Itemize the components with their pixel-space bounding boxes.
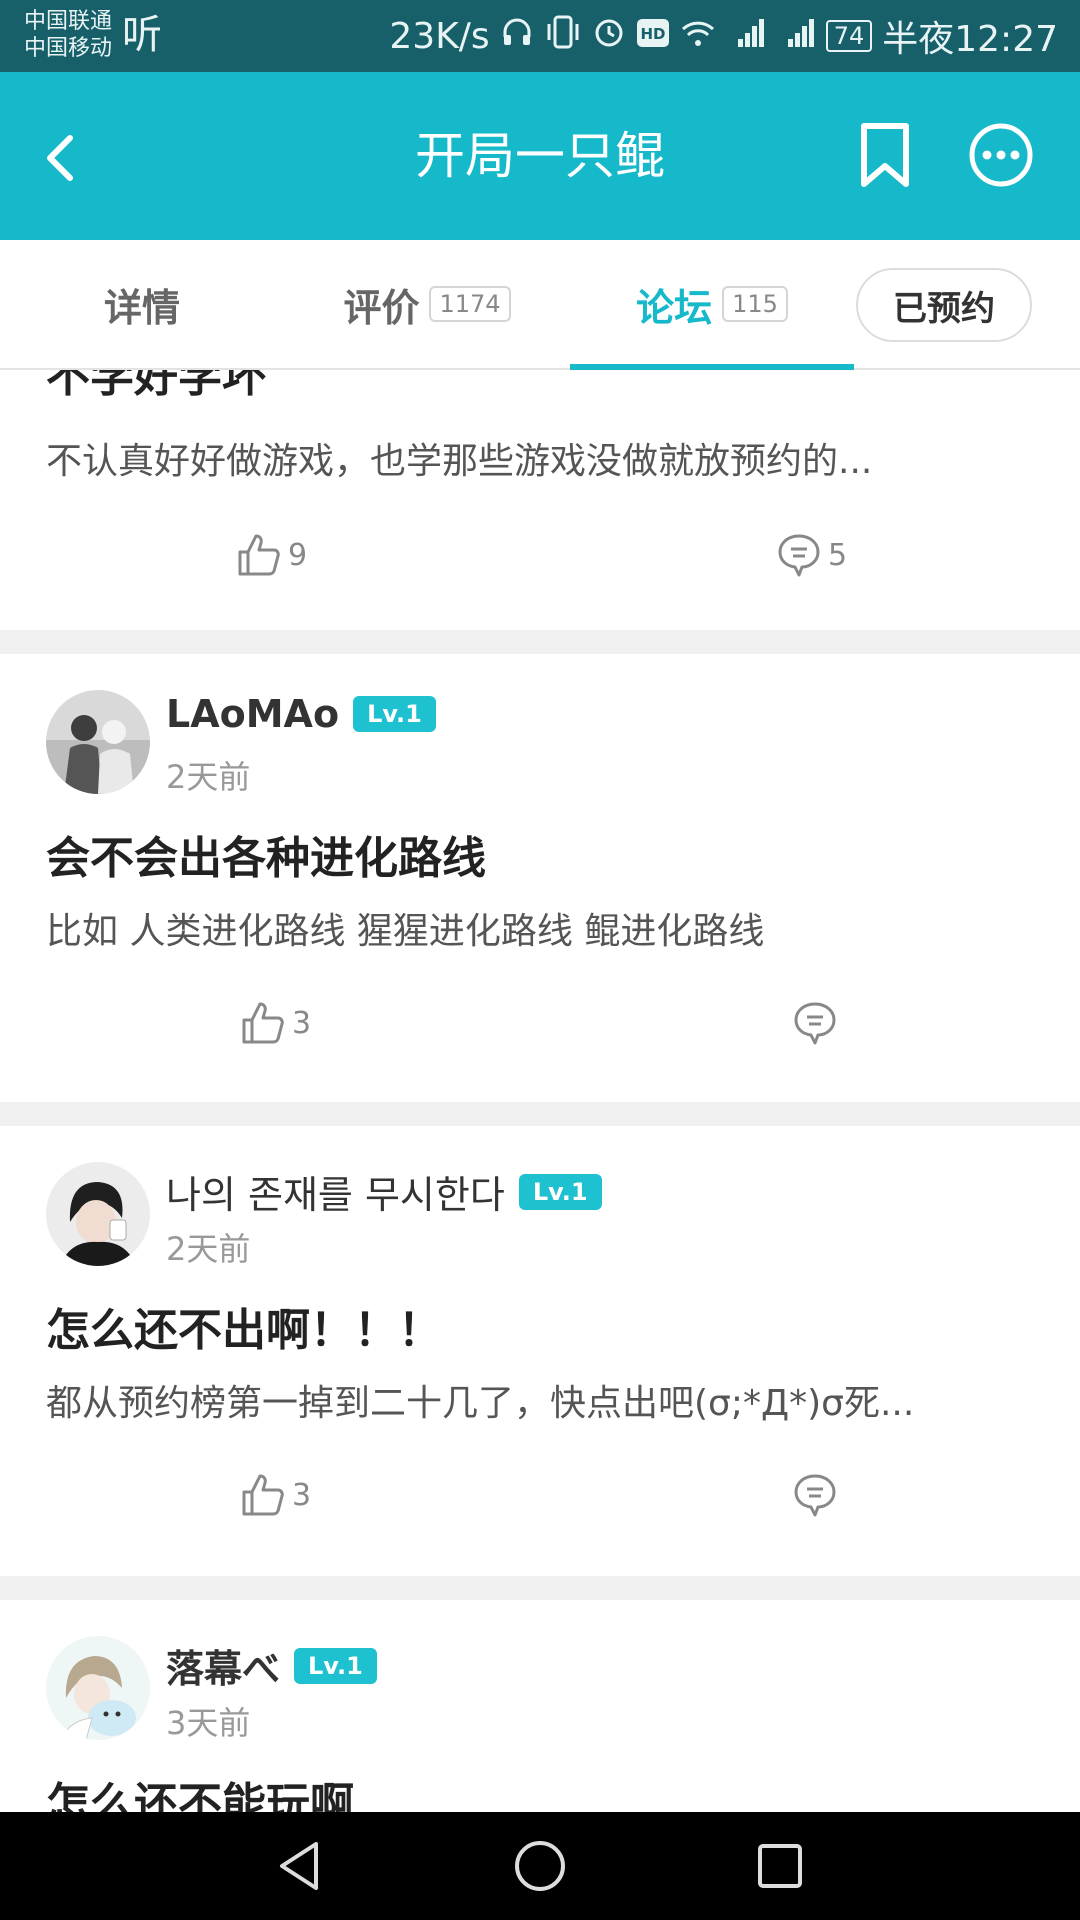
like-button[interactable]: 3 <box>240 1472 311 1518</box>
comment-icon <box>778 534 820 577</box>
like-count: 3 <box>292 1477 312 1513</box>
comment-icon <box>794 1002 836 1045</box>
comment-icon <box>794 1474 836 1517</box>
comment-button[interactable] <box>792 1000 844 1046</box>
nav-recents-button[interactable] <box>750 1836 810 1896</box>
tab-details[interactable]: 详情 <box>0 240 284 368</box>
username-text: 나의 존재를 무시한다 <box>166 1173 505 1217</box>
tab-reviews-label: 评价 <box>343 285 420 330</box>
post-card[interactable]: 不学好学坏 不认真好好做游戏，也学那些游戏没做就放预约的... 9 5 <box>0 370 1080 630</box>
hd-icon: HD <box>636 16 670 57</box>
username-text: 落幕べ <box>166 1647 281 1691</box>
post-card[interactable]: LAoMAo Lv.1 2天前 会不会出各种进化路线 比如 人类进化路线 猩猩进… <box>0 654 1080 1102</box>
carrier-1: 中国联通 <box>24 9 113 34</box>
reserved-button[interactable]: 已预约 <box>856 268 1032 342</box>
back-button[interactable] <box>30 116 100 196</box>
post-card[interactable]: 나의 존재를 무시한다 Lv.1 2天前 怎么还不出啊！！！ 都从预约榜第一掉到… <box>0 1126 1080 1576</box>
listen-indicator: 听 <box>122 12 162 58</box>
like-count: 9 <box>288 537 308 573</box>
network-speed: 23K/s <box>389 15 490 57</box>
headphones-icon <box>500 15 534 58</box>
username[interactable]: 나의 존재를 무시한다 Lv.1 <box>166 1164 602 1219</box>
status-icons: 23K/s HD 74 半夜12:27 <box>389 12 1058 60</box>
thumbs-up-icon <box>242 1474 284 1516</box>
post-card[interactable]: 落幕べ Lv.1 3天前 怎么还不能玩啊 <box>0 1600 1080 1812</box>
post-title: 怎么还不出啊！！！ <box>46 1305 442 1356</box>
forum-feed: 不学好学坏 不认真好好做游戏，也学那些游戏没做就放预约的... 9 5 LAoM… <box>0 370 1080 1812</box>
level-badge: Lv.1 <box>518 1173 602 1210</box>
post-time: 3天前 <box>166 1704 251 1742</box>
status-bar: 中国联通 中国移动 听 23K/s HD 74 半夜12:27 <box>0 0 1080 72</box>
comment-button[interactable] <box>792 1472 844 1518</box>
bookmark-button[interactable] <box>850 120 920 190</box>
like-button[interactable]: 9 <box>236 532 307 578</box>
comment-button[interactable]: 5 <box>776 532 847 578</box>
post-title: 不学好学坏 <box>46 370 266 402</box>
username-text: LAoMAo <box>166 692 340 736</box>
svg-text:HD: HD <box>640 25 665 43</box>
signal-4g-icon <box>776 15 816 58</box>
post-body: 比如 人类进化路线 猩猩进化路线 鲲进化路线 <box>46 911 765 952</box>
signal-3g-icon <box>726 15 766 58</box>
avatar[interactable] <box>46 690 150 794</box>
avatar[interactable] <box>46 1636 150 1740</box>
tab-forum[interactable]: 论坛 115 <box>570 240 854 368</box>
avatar[interactable] <box>46 1162 150 1266</box>
tab-details-label: 详情 <box>103 285 180 330</box>
level-badge: Lv.1 <box>353 696 436 732</box>
alarm-icon <box>592 15 626 58</box>
carrier-2: 中国移动 <box>24 36 113 61</box>
post-title: 怎么还不能玩啊 <box>46 1779 354 1812</box>
post-title: 会不会出各种进化路线 <box>46 833 486 884</box>
tab-reviews[interactable]: 评价 1174 <box>284 240 570 368</box>
like-count: 3 <box>292 1005 312 1041</box>
clock: 半夜12:27 <box>882 19 1058 60</box>
app-header: 开局一只鲲 <box>0 72 1080 240</box>
username[interactable]: 落幕べ Lv.1 <box>166 1638 377 1693</box>
more-button[interactable] <box>966 120 1036 190</box>
post-body: 不认真好好做游戏，也学那些游戏没做就放预约的... <box>46 441 873 482</box>
nav-home-button[interactable] <box>510 1836 570 1896</box>
system-nav-bar <box>0 1812 1080 1920</box>
like-button[interactable]: 3 <box>240 1000 311 1046</box>
nav-back-button[interactable] <box>270 1836 330 1896</box>
tab-bar: 详情 评价 1174 论坛 115 已预约 <box>0 240 1080 370</box>
tab-forum-label: 论坛 <box>636 285 713 330</box>
tab-reviews-count: 1174 <box>429 286 511 322</box>
carrier-info: 中国联通 中国移动 <box>24 8 112 62</box>
comment-count: 5 <box>828 537 848 573</box>
thumbs-up-icon <box>242 1002 284 1044</box>
vibrate-icon <box>544 14 582 59</box>
wifi-icon <box>680 16 716 57</box>
username[interactable]: LAoMAo Lv.1 <box>166 692 436 736</box>
post-time: 2天前 <box>166 1230 251 1268</box>
post-time: 2天前 <box>166 758 251 796</box>
post-body: 都从预约榜第一掉到二十几了，快点出吧(σ;*Д*)σ死... <box>46 1383 915 1424</box>
thumbs-up-icon <box>238 534 280 576</box>
tab-forum-count: 115 <box>722 286 788 322</box>
level-badge: Lv.1 <box>294 1647 377 1684</box>
battery-icon: 74 <box>825 20 873 52</box>
